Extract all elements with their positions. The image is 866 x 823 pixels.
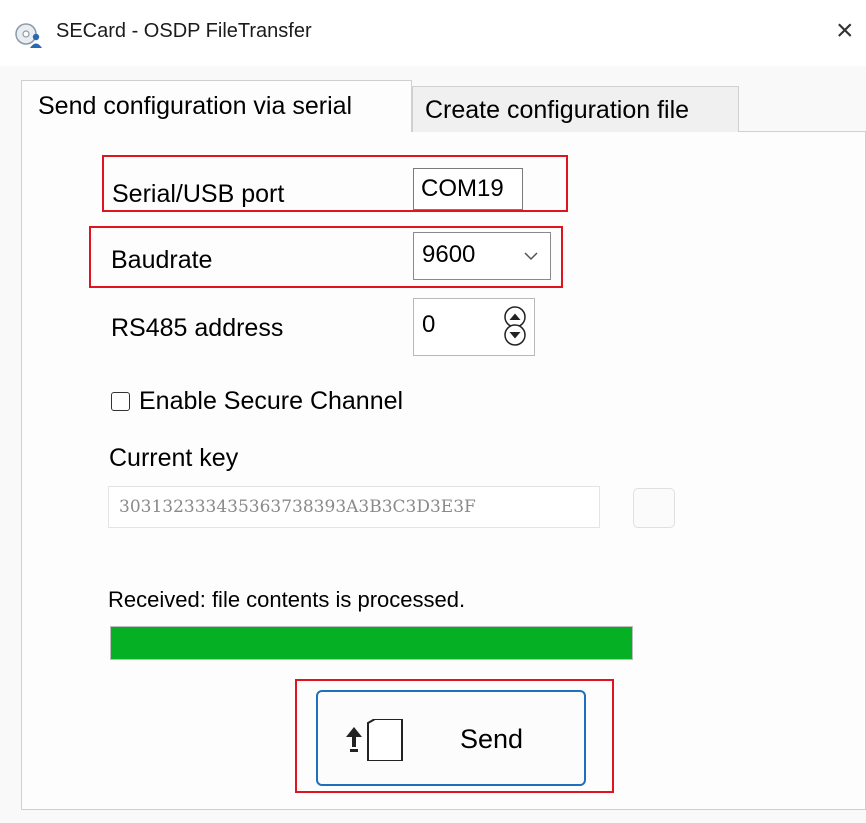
tab-send-configuration[interactable]: Send configuration via serial <box>21 80 412 132</box>
secure-channel-label: Enable Secure Channel <box>139 387 404 415</box>
rs485-address-value: 0 <box>422 311 436 338</box>
window-title: SECard - OSDP FileTransfer <box>56 20 312 42</box>
status-message: Received: file contents is processed. <box>108 587 466 612</box>
current-key-input[interactable]: 303132333435363738393A3B3C3D3E3F <box>108 486 600 528</box>
chevron-down-icon <box>524 252 538 261</box>
rs485-address-label: RS485 address <box>111 314 284 342</box>
progress-bar <box>110 626 633 660</box>
progress-fill <box>111 627 632 659</box>
secure-channel-checkbox[interactable] <box>111 392 130 411</box>
app-cd-user-icon <box>15 23 42 48</box>
send-button[interactable]: Send <box>316 690 586 786</box>
spin-arrows-icon[interactable] <box>502 305 528 347</box>
current-key-label: Current key <box>109 444 239 472</box>
baudrate-label: Baudrate <box>111 246 213 274</box>
serial-port-input[interactable]: COM19 <box>413 168 523 210</box>
close-button[interactable]: × <box>836 14 866 48</box>
baudrate-value: 9600 <box>422 241 476 268</box>
serial-port-label: Serial/USB port <box>112 180 285 208</box>
send-button-label: Send <box>460 724 524 754</box>
sd-card-upload-icon <box>346 719 403 761</box>
key-action-button[interactable] <box>633 488 675 528</box>
rs485-address-stepper[interactable]: 0 <box>413 298 535 356</box>
baudrate-select[interactable]: 9600 <box>413 232 551 280</box>
tab-create-configuration-file[interactable]: Create configuration file <box>412 86 739 132</box>
